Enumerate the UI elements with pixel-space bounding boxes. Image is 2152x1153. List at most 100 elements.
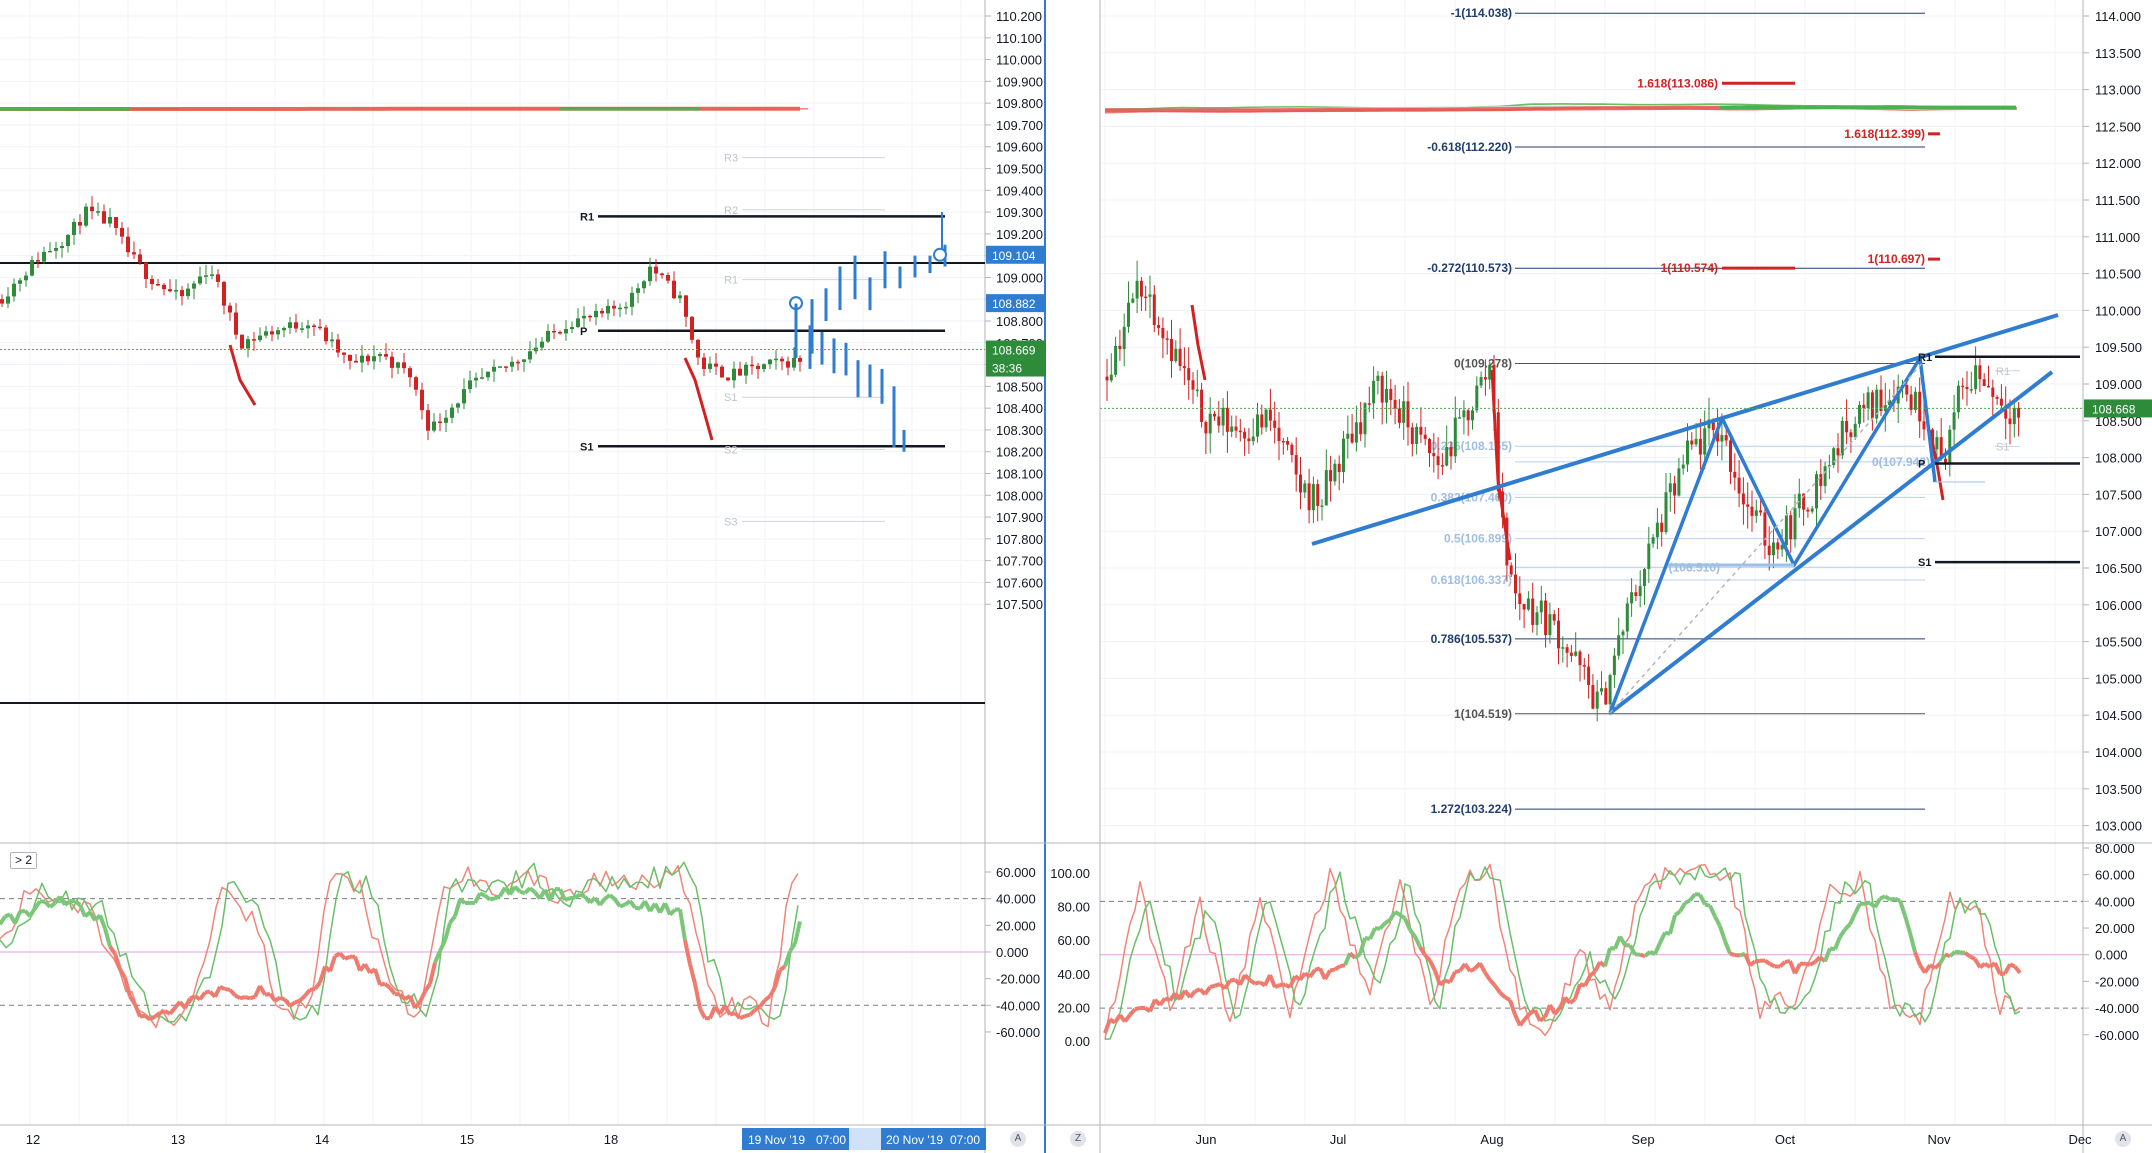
candle (1729, 440, 1732, 472)
candle (1251, 436, 1255, 442)
candle (1393, 399, 1397, 409)
candle (1870, 392, 1874, 419)
candle (48, 250, 52, 253)
candle (1372, 380, 1376, 404)
candle (1853, 423, 1857, 438)
candle (258, 335, 262, 341)
candle (1307, 483, 1311, 511)
oscillator-slow (143, 1014, 152, 1022)
candle (654, 266, 658, 274)
candle (1509, 565, 1513, 575)
right-osc-left-tick: 40.00 (1057, 967, 1090, 982)
candle (294, 322, 298, 329)
oscillator-slow (103, 927, 112, 948)
candle (168, 289, 172, 292)
candle (1221, 407, 1225, 426)
fib-label: 0(109.278) (1454, 357, 1512, 371)
right-price-tick: 104.500 (2095, 708, 2142, 723)
price-drop-segment (683, 357, 714, 441)
candle (162, 284, 166, 290)
oscillator-slow (1128, 1007, 1137, 1017)
oscillator-slow (1729, 951, 1736, 958)
pivot-label: R1 (1918, 352, 1932, 364)
candle (1767, 545, 1771, 556)
candle (1518, 593, 1522, 604)
oscillator-slow (1848, 912, 1857, 926)
candle (768, 359, 772, 365)
oscillator-slow (1713, 915, 1722, 928)
candle (792, 357, 796, 368)
oscillator-slow (1378, 921, 1387, 930)
left-price-tick: 110.200 (996, 9, 1042, 24)
candle (606, 305, 610, 314)
candle (1148, 294, 1152, 297)
left-price-tick: 109.000 (996, 270, 1043, 285)
candle (1961, 385, 1965, 388)
candle (1655, 522, 1659, 538)
oscillator-slow (0, 915, 7, 926)
candle (1114, 345, 1118, 375)
oscillator-collapse-button[interactable]: > 2 (10, 852, 38, 869)
candle (1561, 647, 1565, 649)
oscillator-slow (1478, 962, 1487, 974)
candle (1290, 444, 1294, 455)
oscillator-slow (303, 988, 312, 997)
right-zoom-button[interactable]: Z (1070, 1131, 1086, 1147)
candle (228, 305, 232, 313)
candle (1918, 391, 1922, 422)
oscillator-slow (428, 962, 437, 985)
candle (24, 275, 28, 281)
candle (6, 296, 10, 304)
candle (1810, 508, 1814, 512)
oscillator-slow (1573, 983, 1582, 1000)
oscillator-slow (1813, 955, 1822, 964)
candle (786, 361, 790, 368)
oscillator-slow (239, 995, 246, 1001)
time-label: 19 Nov '19 (748, 1133, 805, 1147)
oscillator-slow (628, 899, 637, 909)
candle (1432, 453, 1436, 457)
candle (1574, 651, 1578, 656)
pivot-label-faded: S2 (724, 445, 737, 457)
right-price-tick: 109.000 (2095, 377, 2142, 392)
oscillator-slow (313, 981, 322, 991)
chart-canvas[interactable]: 110.200 110.100 110.000 109.900 109.800 109.7… (0, 0, 2152, 1153)
oscillator-slow (244, 995, 251, 1001)
candle (480, 377, 484, 379)
candle (1462, 410, 1466, 418)
candle (54, 248, 58, 251)
oscillator-slow (1778, 960, 1787, 969)
candle (666, 275, 670, 281)
oscillator-slow (1308, 968, 1317, 979)
candle (1823, 466, 1827, 487)
oscillator-slow (598, 897, 607, 907)
left-auto-scale-button[interactable]: A (1010, 1131, 1026, 1147)
oscillator-slow (613, 898, 622, 908)
candle (1582, 665, 1586, 667)
oscillator-slow (513, 885, 522, 894)
candle (1703, 428, 1707, 455)
oscillator-slow (294, 998, 301, 1005)
left-price-tick: 109.800 (996, 96, 1043, 111)
candle (1776, 542, 1780, 550)
oscillator-slow (1348, 951, 1357, 960)
candle (1277, 427, 1281, 441)
right-price-tick: 105.000 (2095, 671, 2142, 686)
oscillator-slow (1718, 925, 1727, 942)
candle (486, 371, 490, 378)
oscillator-slow (1793, 962, 1802, 975)
oscillator-slow (139, 1013, 146, 1019)
candle (1836, 448, 1840, 456)
candle (1763, 512, 1767, 546)
oscillator-slow (489, 896, 496, 902)
candle (240, 334, 244, 349)
candle (1139, 280, 1143, 297)
oscillator-slow (2009, 962, 2016, 969)
candle (1544, 600, 1548, 636)
oscillator-slow (168, 1006, 177, 1016)
oscillator-slow (273, 995, 282, 1003)
oscillator-slow (383, 982, 392, 990)
left-price-tick: 109.200 (996, 227, 1043, 242)
oscillator-slow (438, 939, 447, 952)
right-auto-scale-button[interactable]: A (2115, 1131, 2131, 1147)
